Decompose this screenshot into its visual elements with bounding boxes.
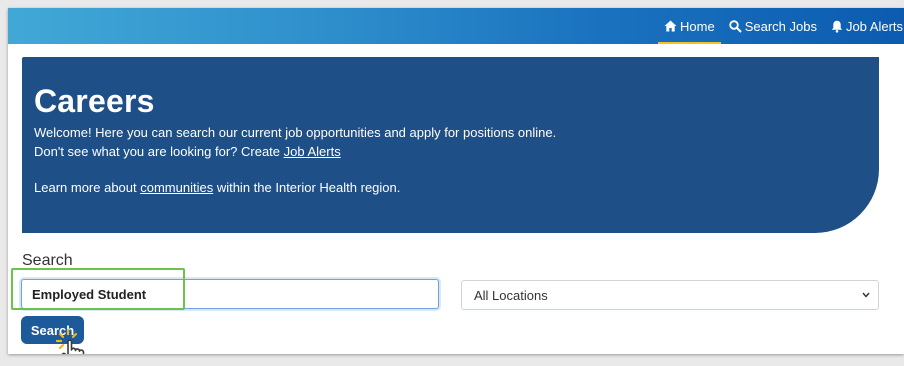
careers-hero-banner: Careers Welcome! Here you can search our… xyxy=(22,57,879,233)
hand-pointer-cursor-icon xyxy=(56,328,85,354)
input-highlight-box xyxy=(11,268,185,310)
nav-label-job-alerts: Job Alerts xyxy=(845,18,904,34)
communities-link[interactable]: communities xyxy=(140,180,213,195)
communities-text: Learn more about communities within the … xyxy=(34,180,400,195)
chevron-down-icon xyxy=(862,292,870,298)
job-alerts-prompt-text: Don't see what you are looking for? Crea… xyxy=(34,144,284,159)
communities-suffix: within the Interior Health region. xyxy=(213,180,401,195)
main-nav: Home Search Jobs Job Alerts xyxy=(658,8,904,44)
welcome-text: Welcome! Here you can search our current… xyxy=(34,125,556,140)
top-navigation-bar: Home Search Jobs Job Alerts xyxy=(8,8,904,44)
nav-item-search-jobs[interactable]: Search Jobs xyxy=(723,8,823,44)
location-select[interactable]: All Locations xyxy=(461,280,879,310)
job-alerts-prompt: Don't see what you are looking for? Crea… xyxy=(34,144,341,159)
home-icon xyxy=(664,20,677,32)
nav-item-job-alerts[interactable]: Job Alerts xyxy=(825,8,904,44)
nav-label-search-jobs: Search Jobs xyxy=(744,18,817,34)
nav-label-home: Home xyxy=(680,18,715,34)
communities-prefix: Learn more about xyxy=(34,180,141,195)
bell-icon xyxy=(831,20,843,33)
nav-item-home[interactable]: Home xyxy=(658,8,721,44)
welcome-text-content: Welcome! Here you can search our current… xyxy=(34,125,557,140)
browser-frame: Home Search Jobs Job Alerts Careers Welc… xyxy=(8,8,904,354)
job-alerts-link[interactable]: Job Alerts xyxy=(284,144,341,159)
page-title: Careers xyxy=(34,83,155,119)
search-icon xyxy=(728,19,742,33)
location-selected-value: All Locations xyxy=(474,287,548,303)
